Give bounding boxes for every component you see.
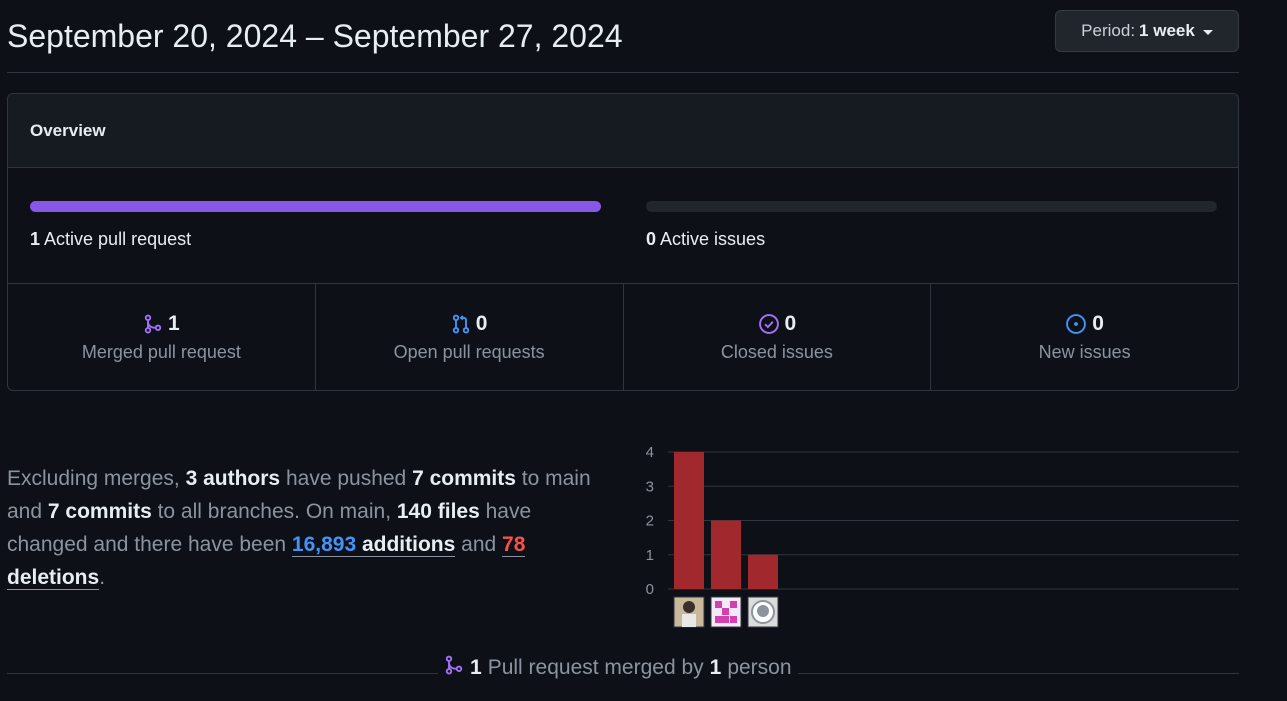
- git-merge-icon: [143, 314, 163, 334]
- caret-down-icon: [1202, 29, 1213, 35]
- issue-opened-icon: [1065, 313, 1087, 335]
- author-avatar[interactable]: [747, 596, 779, 628]
- stat-count: 0: [1092, 312, 1104, 335]
- stats-row: 1 Merged pull request 0 Open pull reques…: [8, 284, 1238, 390]
- additions-word: additions: [356, 533, 456, 556]
- pull-request-progress-bar[interactable]: [30, 201, 601, 212]
- period-prefix: Period:: [1081, 21, 1136, 40]
- active-pull-requests-count: 1: [30, 229, 41, 249]
- stat-count: 1: [168, 312, 180, 335]
- merged-pr-summary: 1 Pull request merged by 1 person: [438, 655, 798, 681]
- summary-text: .: [99, 566, 106, 589]
- stat-count: 0: [784, 312, 797, 335]
- active-issues-link[interactable]: 0 Active issues: [646, 229, 765, 250]
- y-tick-label: 4: [646, 444, 654, 461]
- y-tick-label: 2: [646, 513, 654, 530]
- bar[interactable]: [711, 520, 741, 590]
- stat-merged-pull-requests[interactable]: 1 Merged pull request: [8, 284, 316, 390]
- stat-count: 0: [475, 312, 488, 335]
- files-count: 140 files: [396, 500, 480, 523]
- git-pull-request-icon: [451, 314, 471, 334]
- page-header: September 20, 2024 – September 27, 2024 …: [7, 10, 1239, 73]
- commits-by-author-chart: 0 1 2 3 4: [646, 444, 1239, 628]
- stat-label: Merged pull request: [81, 342, 241, 362]
- summary-text: Excluding merges,: [7, 467, 186, 490]
- summary-text: have pushed: [280, 467, 413, 490]
- active-issues-label: Active issues: [660, 229, 766, 249]
- period-dropdown-button[interactable]: Period: 1 week: [1055, 10, 1239, 52]
- merged-pr-count: 1: [470, 656, 482, 679]
- pull-request-progress-fill: [30, 201, 601, 212]
- y-tick-label: 0: [646, 581, 654, 598]
- bar[interactable]: [674, 452, 704, 589]
- activity-bars: 1 Active pull request 0 Active issues: [8, 168, 1238, 284]
- issue-closed-icon: [758, 313, 780, 335]
- authors-count: 3 authors: [185, 467, 281, 490]
- additions-link[interactable]: 16,893 additions: [291, 533, 456, 557]
- additions-count: 16,893: [291, 533, 357, 556]
- merged-by-count: 1: [709, 656, 722, 679]
- active-pull-requests-label: Active pull request: [44, 229, 192, 249]
- stat-label: Closed issues: [720, 342, 833, 362]
- issues-progress-bar[interactable]: [646, 201, 1217, 212]
- overview-title: Overview: [8, 94, 1238, 168]
- author-avatar[interactable]: [673, 596, 705, 628]
- stat-label: Open pull requests: [393, 342, 545, 362]
- commits-all-count: 7 commits: [47, 500, 152, 523]
- y-tick-label: 3: [646, 478, 654, 495]
- commit-summary: Excluding merges, 3 authors have pushed …: [7, 462, 617, 594]
- stat-closed-issues[interactable]: 0 Closed issues: [624, 284, 932, 390]
- stat-label: New issues: [1038, 342, 1131, 362]
- commits-main-count: 7 commits: [412, 467, 516, 490]
- summary-text: to all branches. On main,: [151, 500, 397, 523]
- author-avatar[interactable]: [710, 596, 742, 628]
- overview-panel: Overview 1 Active pull request 0 Active …: [7, 93, 1239, 391]
- merged-pr-text: Pull request merged by: [487, 656, 704, 679]
- stat-new-issues[interactable]: 0 New issues: [931, 284, 1238, 390]
- stat-open-pull-requests[interactable]: 0 Open pull requests: [316, 284, 624, 390]
- y-tick-label: 1: [646, 547, 654, 564]
- merged-pr-text-end: person: [727, 656, 792, 679]
- period-value: 1 week: [1139, 21, 1195, 40]
- active-pull-requests-link[interactable]: 1 Active pull request: [30, 229, 191, 250]
- active-issues-count: 0: [646, 229, 657, 249]
- git-merge-icon: [444, 655, 464, 681]
- bar[interactable]: [748, 554, 778, 589]
- summary-text: and: [455, 533, 503, 556]
- page-title: September 20, 2024 – September 27, 2024: [7, 18, 623, 54]
- deletions-count: 78: [502, 533, 526, 556]
- deletions-word: deletions: [7, 566, 100, 589]
